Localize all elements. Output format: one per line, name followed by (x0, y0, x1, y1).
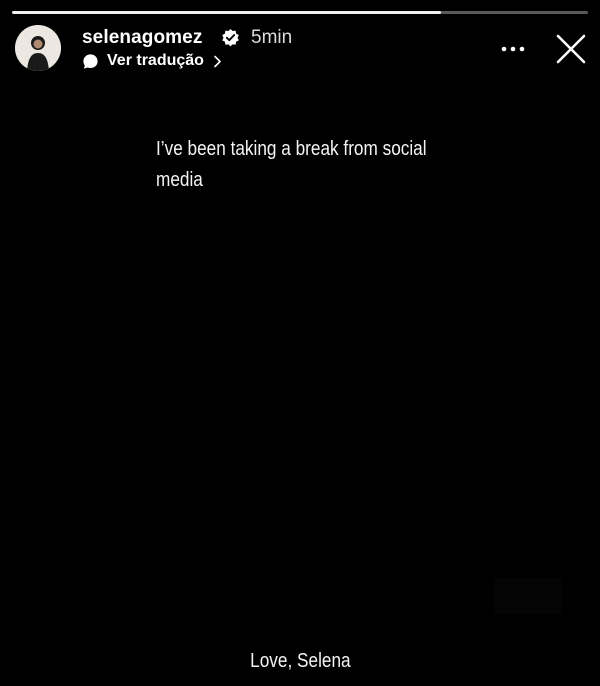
story-viewer[interactable]: selenagomez 5min Ver tradução I’ve been … (0, 0, 600, 686)
username[interactable]: selenagomez (82, 26, 202, 50)
close-icon (556, 34, 586, 64)
close-button[interactable] (553, 31, 589, 67)
translate-bubble-icon (83, 53, 98, 69)
signature-text: Love, Selena (249, 650, 351, 672)
story-progress-bar (12, 11, 588, 14)
verified-badge-icon (222, 28, 239, 47)
story-message: I’ve been taking a break from social med… (156, 138, 427, 191)
chevron-right-icon (214, 55, 221, 67)
more-horizontal-icon (501, 46, 525, 52)
more-options-button[interactable] (498, 36, 528, 60)
story-progress-fill (12, 11, 442, 14)
translate-label: Ver tradução (107, 52, 204, 69)
story-background-element (494, 578, 562, 614)
avatar[interactable] (15, 25, 61, 71)
translate-link[interactable]: Ver tradução (82, 50, 222, 72)
post-time: 5min (251, 27, 293, 48)
story-signature: Love, Selena (0, 648, 600, 674)
